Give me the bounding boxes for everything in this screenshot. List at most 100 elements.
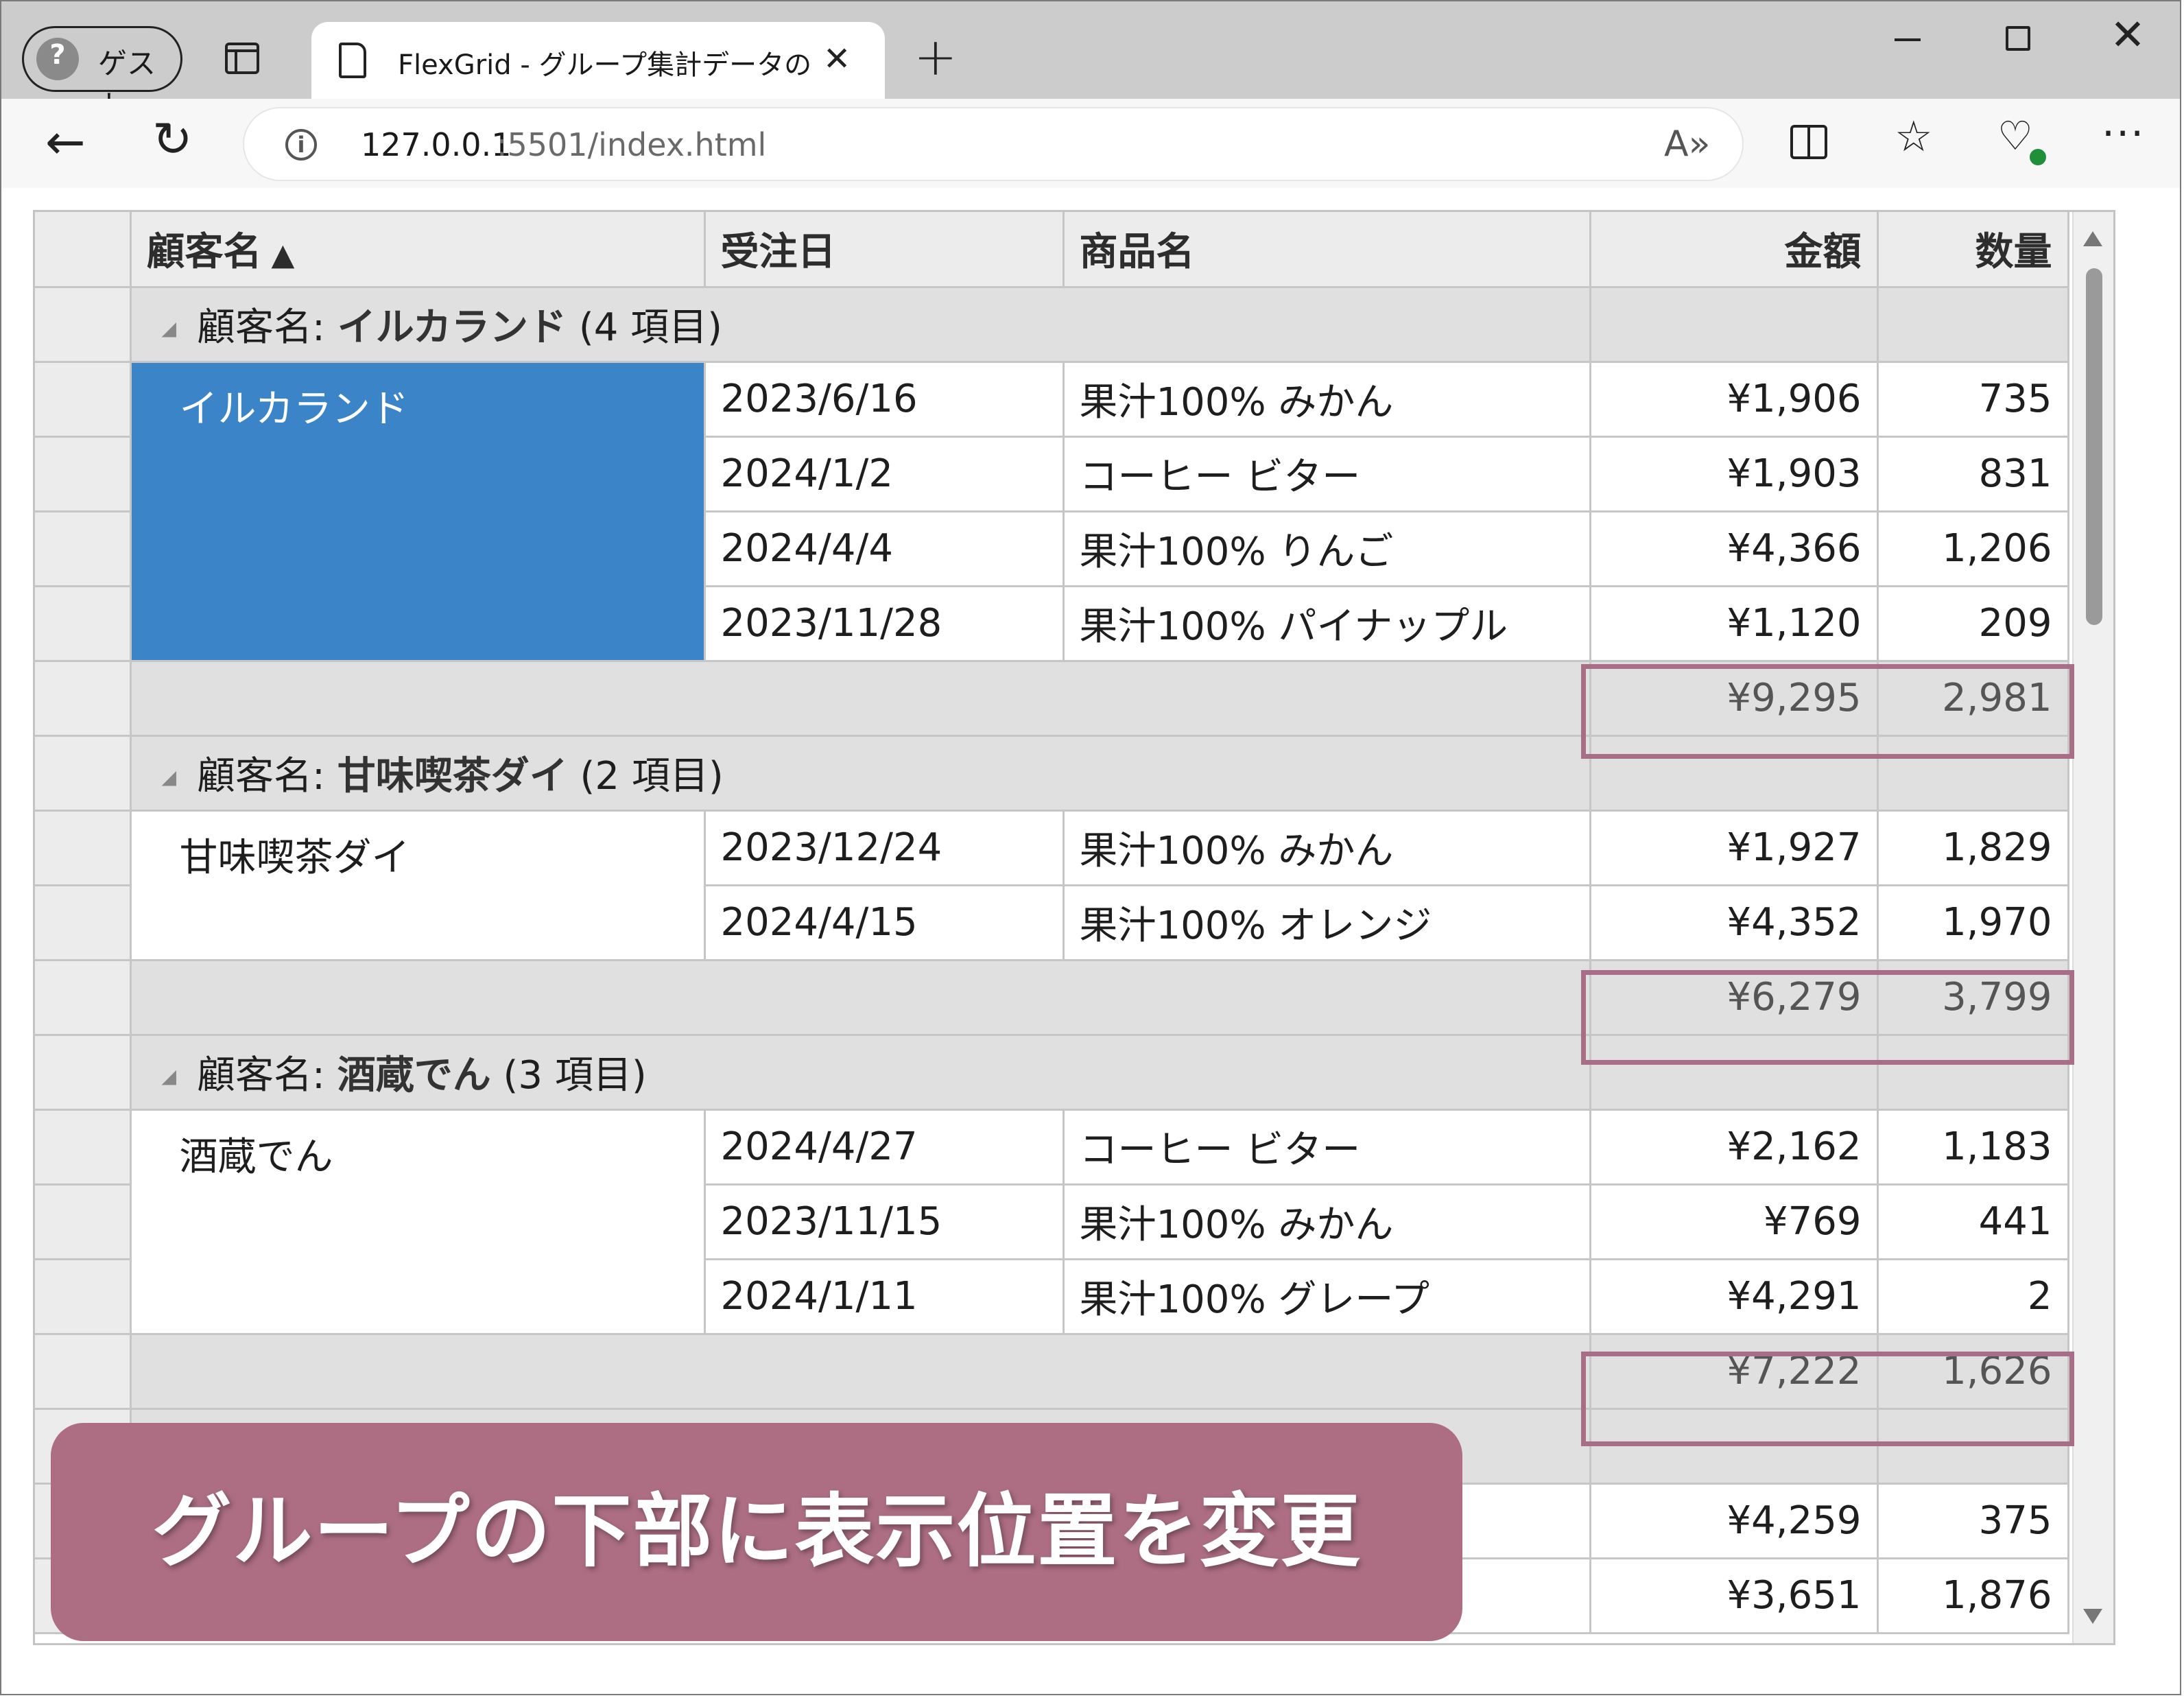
customer-cell[interactable]: 甘味喫茶ダイ (130, 810, 706, 961)
group-label: ◢ 顧客名: 甘味喫茶ダイ (2 項目) (130, 735, 1591, 812)
date-cell[interactable]: 2024/4/4 (704, 511, 1065, 587)
amount-cell[interactable]: ¥4,366 (1590, 511, 1879, 587)
column-header-customer[interactable]: 顧客名 ▲ (130, 212, 706, 288)
row-header[interactable] (35, 735, 132, 812)
back-icon[interactable]: ← (45, 114, 86, 170)
column-header-product[interactable]: 商品名 (1063, 212, 1591, 288)
tab-actions-icon[interactable] (225, 43, 259, 74)
date-cell[interactable]: 2024/1/11 (704, 1259, 1065, 1335)
quantity-cell[interactable]: 1,970 (1877, 885, 2069, 961)
amount-cell[interactable]: ¥4,352 (1590, 885, 1879, 961)
date-cell[interactable]: 2023/6/16 (704, 362, 1065, 438)
date-cell[interactable]: 2024/4/15 (704, 885, 1065, 961)
read-aloud-icon[interactable]: A» (1664, 123, 1710, 165)
product-cell[interactable]: コーヒー ビター (1063, 1109, 1591, 1186)
date-cell[interactable]: 2024/1/2 (704, 436, 1065, 512)
quantity-cell[interactable]: 441 (1877, 1184, 2069, 1260)
table-row[interactable]: 甘味喫茶ダイ 2023/12/24 果汁100% みかん ¥1,927 1,82… (35, 810, 2069, 961)
address-bar[interactable]: i 127.0.0.1 :5501/index.html A» (244, 108, 1742, 180)
browser-essentials-icon[interactable]: ♡ (1997, 113, 2033, 159)
close-tab-icon[interactable]: ✕ (823, 40, 851, 78)
product-cell[interactable]: 果汁100% みかん (1063, 810, 1591, 886)
date-cell[interactable]: 2023/11/15 (704, 1184, 1065, 1260)
row-header[interactable] (35, 511, 132, 587)
scroll-down-arrow-icon[interactable] (2083, 1609, 2102, 1624)
date-cell[interactable]: 2023/11/28 (704, 586, 1065, 662)
row-header[interactable] (35, 960, 132, 1036)
collapse-triangle-icon[interactable]: ◢ (162, 1065, 177, 1087)
row-header[interactable] (35, 1259, 132, 1335)
date-cell[interactable]: 2024/4/27 (704, 1109, 1065, 1186)
amount-cell[interactable]: ¥1,906 (1590, 362, 1879, 438)
column-header-amount[interactable]: 金額 (1590, 212, 1879, 288)
status-dot-icon (2028, 147, 2048, 167)
quantity-cell[interactable]: 375 (1877, 1483, 2069, 1559)
amount-cell[interactable]: ¥1,903 (1590, 436, 1879, 512)
row-header[interactable] (35, 287, 132, 363)
maximize-icon[interactable] (2006, 26, 2030, 51)
row-header[interactable] (35, 885, 132, 961)
product-cell[interactable]: 果汁100% りんご (1063, 511, 1591, 587)
row-header[interactable] (35, 1334, 132, 1410)
more-menu-icon[interactable]: ··· (2102, 110, 2145, 158)
quantity-cell[interactable]: 1,206 (1877, 511, 2069, 587)
quantity-cell[interactable]: 1,876 (1877, 1558, 2069, 1634)
quantity-cell[interactable]: 209 (1877, 586, 2069, 662)
date-cell[interactable]: 2023/12/24 (704, 810, 1065, 886)
product-cell[interactable]: コーヒー ビター (1063, 436, 1591, 512)
product-cell[interactable]: 果汁100% オレンジ (1063, 885, 1591, 961)
row-header[interactable] (35, 362, 132, 438)
active-tab[interactable]: FlexGrid - グループ集計データの表示 ✕ (311, 22, 885, 99)
profile-button[interactable]: ゲスト (22, 26, 182, 122)
product-cell[interactable]: 果汁100% グレープ (1063, 1259, 1591, 1335)
amount-cell[interactable]: ¥769 (1590, 1184, 1879, 1260)
close-window-icon[interactable]: ✕ (2110, 10, 2146, 60)
favorites-icon[interactable]: ☆ (1895, 111, 1933, 161)
group-total-spacer (130, 960, 1591, 1036)
scroll-thumb[interactable] (2086, 268, 2102, 625)
quantity-cell[interactable]: 1,829 (1877, 810, 2069, 886)
group-label: ◢ 顧客名: 酒蔵でん (3 項目) (130, 1035, 1591, 1111)
row-header[interactable] (35, 661, 132, 737)
scroll-up-arrow-icon[interactable] (2083, 231, 2102, 246)
amount-cell[interactable]: ¥4,259 (1590, 1483, 1879, 1559)
amount-cell[interactable]: ¥4,291 (1590, 1259, 1879, 1335)
row-header[interactable] (35, 1184, 132, 1260)
row-header[interactable] (35, 1035, 132, 1111)
page-icon (339, 43, 366, 78)
quantity-cell[interactable]: 1,183 (1877, 1109, 2069, 1186)
minimize-icon[interactable] (1895, 38, 1921, 41)
vertical-scrollbar[interactable] (2072, 212, 2113, 1643)
column-header-date[interactable]: 受注日 (704, 212, 1065, 288)
row-header[interactable] (35, 810, 132, 886)
amount-cell[interactable]: ¥2,162 (1590, 1109, 1879, 1186)
product-cell[interactable]: 果汁100% みかん (1063, 1184, 1591, 1260)
customer-cell-selected[interactable]: イルカランド (130, 362, 706, 662)
split-screen-icon[interactable] (1790, 125, 1827, 159)
row-header[interactable] (35, 1109, 132, 1186)
group-name: 酒蔵でん (337, 1053, 491, 1098)
new-tab-icon[interactable]: + (914, 26, 958, 87)
group-header-row[interactable]: ◢ 顧客名: イルカランド (4 項目) (35, 287, 2069, 363)
table-row[interactable]: 酒蔵でん 2024/4/27 コーヒー ビター ¥2,162 1,183 (35, 1109, 2069, 1335)
column-header-quantity[interactable]: 数量 (1877, 212, 2069, 288)
amount-cell[interactable]: ¥1,120 (1590, 586, 1879, 662)
row-header[interactable] (35, 436, 132, 512)
amount-cell[interactable]: ¥3,651 (1590, 1558, 1879, 1634)
quantity-cell[interactable]: 2 (1877, 1259, 2069, 1335)
site-info-icon[interactable]: i (285, 129, 317, 161)
reload-icon[interactable]: ↻ (152, 111, 193, 167)
table-row[interactable]: イルカランド 2023/6/16 果汁100% みかん ¥1,906 735 (35, 362, 2069, 662)
quantity-cell[interactable]: 735 (1877, 362, 2069, 438)
row-header[interactable] (35, 586, 132, 662)
product-cell[interactable]: 果汁100% みかん (1063, 362, 1591, 438)
collapse-triangle-icon[interactable]: ◢ (162, 317, 177, 340)
product-cell[interactable]: 果汁100% パイナップル (1063, 586, 1591, 662)
collapse-triangle-icon[interactable]: ◢ (162, 766, 177, 788)
total-highlight-box (1581, 664, 2074, 759)
total-highlight-box (1581, 970, 2074, 1065)
amount-cell[interactable]: ¥1,927 (1590, 810, 1879, 886)
group-count: (4 項目) (578, 305, 722, 350)
quantity-cell[interactable]: 831 (1877, 436, 2069, 512)
customer-cell[interactable]: 酒蔵でん (130, 1109, 706, 1335)
